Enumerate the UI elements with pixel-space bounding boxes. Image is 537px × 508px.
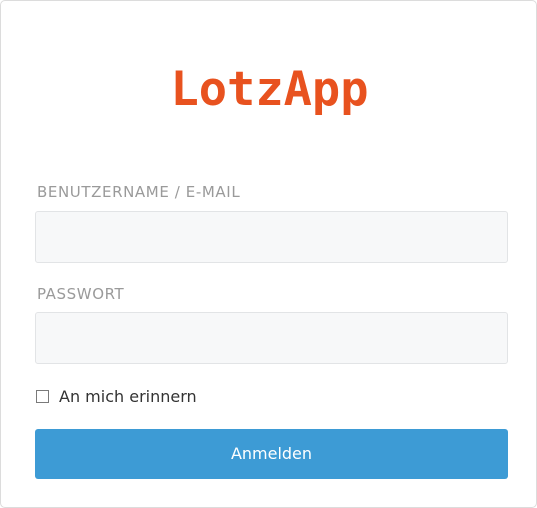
login-card: LotzApp BENUTZERNAME / E-MAIL PASSWORT A… xyxy=(0,0,537,508)
remember-me-checkbox[interactable] xyxy=(36,389,49,403)
username-input[interactable] xyxy=(35,211,508,263)
username-label: BENUTZERNAME / E-MAIL xyxy=(37,183,241,201)
remember-me-row[interactable]: An mich erinnern xyxy=(35,385,197,407)
remember-me-label[interactable]: An mich erinnern xyxy=(59,387,197,406)
password-input[interactable] xyxy=(35,312,508,364)
login-submit-button[interactable]: Anmelden xyxy=(35,429,508,479)
password-label: PASSWORT xyxy=(37,285,125,303)
app-logo: LotzApp xyxy=(170,62,369,117)
